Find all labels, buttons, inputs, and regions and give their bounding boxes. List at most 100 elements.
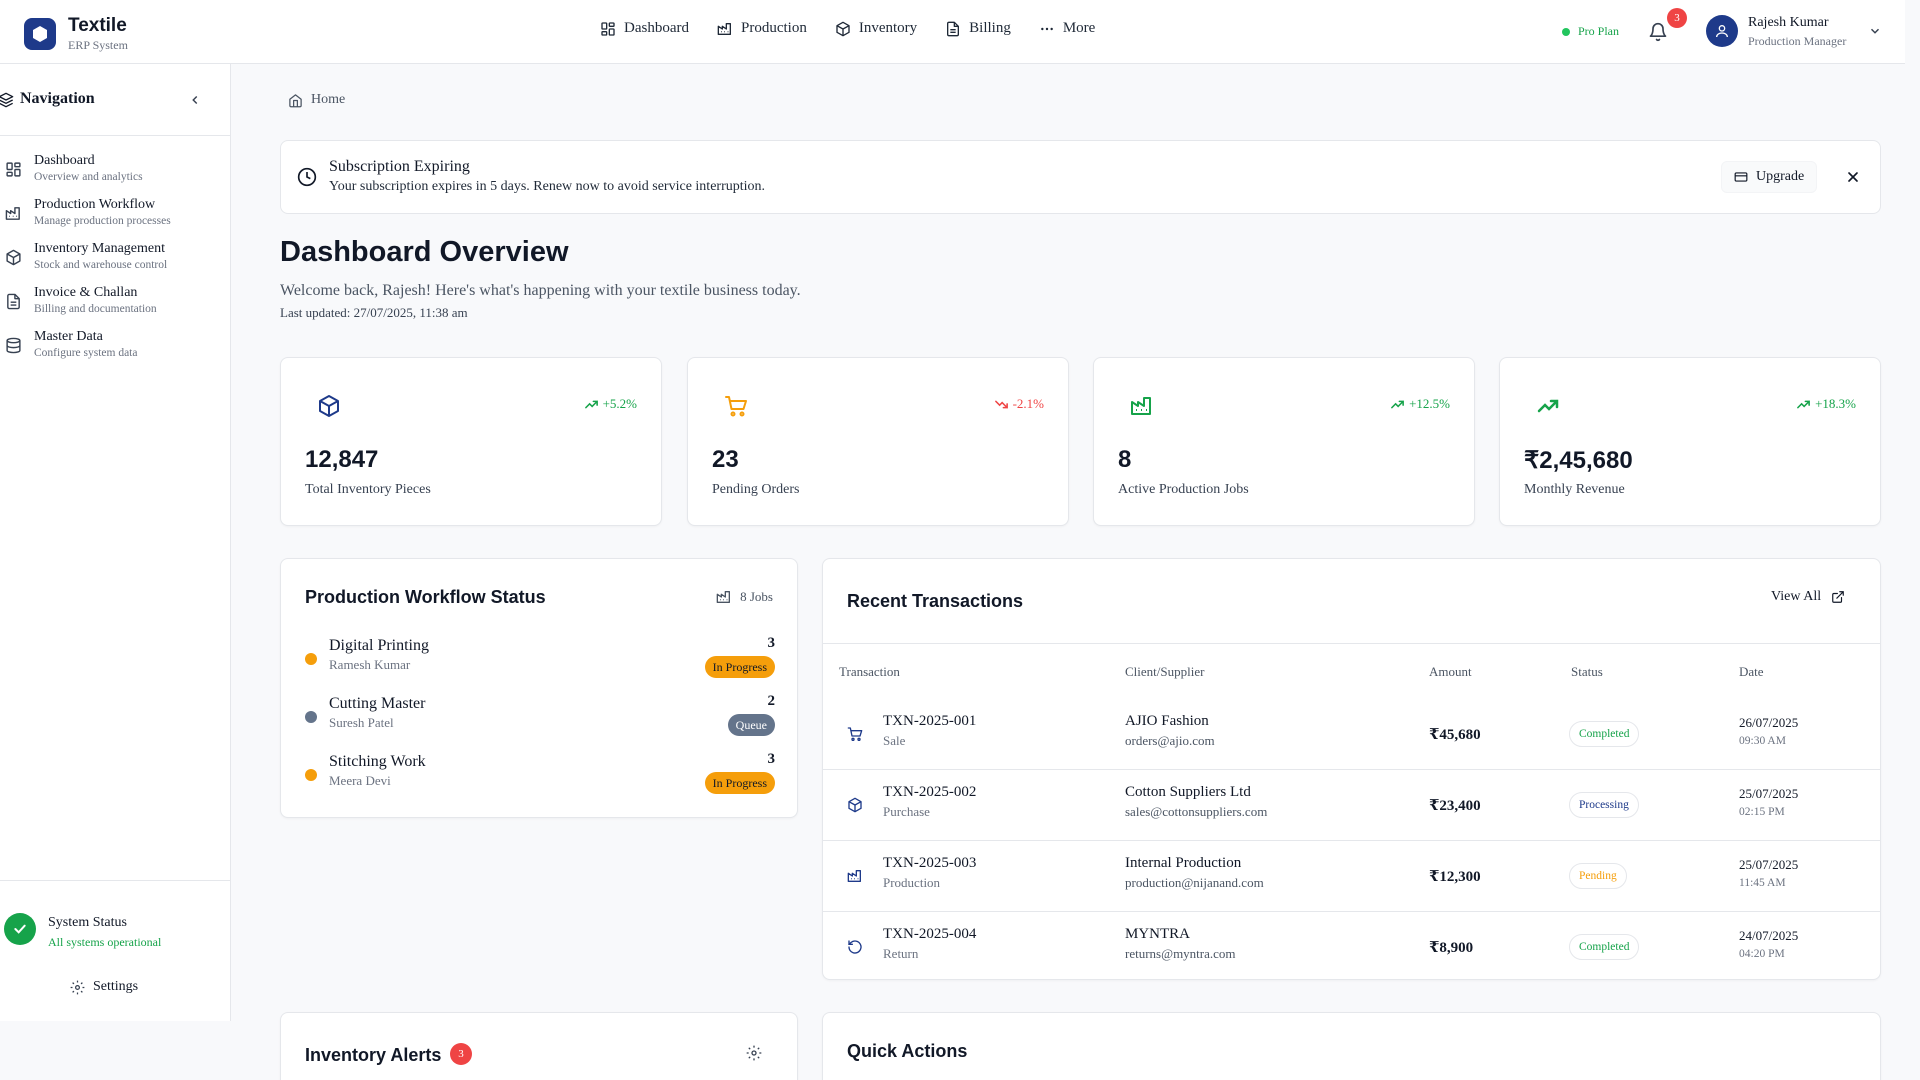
brand-logo-icon bbox=[24, 17, 56, 50]
clock-icon bbox=[297, 167, 317, 187]
top-nav: Dashboard Production Inventory Billing M… bbox=[600, 20, 1123, 37]
stat-card-revenue[interactable]: +18.3% ₹2,45,680 Monthly Revenue bbox=[1499, 357, 1881, 526]
transaction-date: 25/07/2025 bbox=[1739, 786, 1799, 801]
notification-count-badge: 3 bbox=[1667, 8, 1687, 28]
stat-change-value: +18.3% bbox=[1815, 396, 1856, 411]
grid-icon bbox=[601, 21, 615, 36]
client-email: returns@myntra.com bbox=[1125, 946, 1236, 961]
column-header: Amount bbox=[1429, 664, 1472, 679]
workflow-stage-name: Stitching Work bbox=[329, 753, 426, 770]
quick-actions-title: Quick Actions bbox=[847, 1041, 968, 1061]
transaction-id: TXN-2025-002 bbox=[883, 784, 977, 800]
status-check-icon bbox=[4, 913, 36, 945]
close-icon[interactable] bbox=[1845, 169, 1861, 185]
topnav-dashboard[interactable]: Dashboard bbox=[600, 20, 689, 37]
breadcrumb[interactable]: Home bbox=[288, 92, 345, 108]
brand[interactable]: Textile ERP System bbox=[24, 16, 128, 51]
sidebar-item-dashboard[interactable]: Dashboard Overview and analytics bbox=[0, 153, 230, 197]
chevron-left-icon[interactable] bbox=[188, 93, 202, 107]
trending-up-icon bbox=[1391, 400, 1404, 408]
sidebar-item-production-workflow[interactable]: Production Workflow Manage production pr… bbox=[0, 197, 230, 241]
stat-change: +18.3% bbox=[1796, 396, 1856, 412]
stat-change: +5.2% bbox=[584, 396, 637, 412]
sidebar-item-desc: Overview and analytics bbox=[34, 171, 143, 183]
alert-title: Subscription Expiring bbox=[329, 158, 470, 175]
sidebar: Navigation Dashboard Overview and analyt… bbox=[0, 64, 231, 1021]
stat-change: -2.1% bbox=[994, 396, 1044, 412]
table-header: Transaction Client/Supplier Amount Statu… bbox=[823, 643, 1881, 699]
plan-status-dot bbox=[1562, 27, 1570, 36]
stat-card-production[interactable]: +12.5% 8 Active Production Jobs bbox=[1093, 357, 1475, 526]
trending-up-icon bbox=[1537, 399, 1559, 413]
topnav-label: Inventory bbox=[858, 20, 918, 36]
sidebar-item-desc: Manage production processes bbox=[34, 215, 171, 227]
topnav-billing[interactable]: Billing bbox=[945, 20, 1011, 37]
column-header: Date bbox=[1739, 664, 1764, 679]
package-icon bbox=[6, 249, 21, 266]
stat-card-inventory[interactable]: +5.2% 12,847 Total Inventory Pieces bbox=[280, 357, 662, 526]
stat-change: +12.5% bbox=[1390, 396, 1450, 412]
status-badge: Queue bbox=[727, 714, 775, 736]
sidebar-item-master-data[interactable]: Master Data Configure system data bbox=[0, 329, 230, 373]
workflow-item[interactable]: Cutting Master Suresh Patel 2 Queue bbox=[305, 693, 775, 737]
return-icon bbox=[848, 940, 862, 954]
notifications-button[interactable] bbox=[1648, 22, 1668, 42]
transaction-amount: ₹23,400 bbox=[1429, 798, 1481, 814]
workflow-item[interactable]: Digital Printing Ramesh Kumar 3 In Progr… bbox=[305, 635, 775, 679]
plan-label: Pro Plan bbox=[1578, 24, 1620, 38]
sidebar-item-label: Dashboard bbox=[34, 153, 95, 168]
sidebar-item-desc: Configure system data bbox=[34, 347, 138, 359]
transaction-type: Production bbox=[883, 875, 941, 890]
more-icon bbox=[1040, 27, 1053, 30]
user-name: Rajesh Kumar bbox=[1748, 14, 1829, 30]
avatar bbox=[1706, 15, 1738, 47]
view-all-button[interactable]: View All bbox=[1771, 589, 1845, 605]
sidebar-footer: System Status All systems operational Se… bbox=[0, 880, 230, 1021]
settings-label: Settings bbox=[93, 979, 139, 994]
stat-card-orders[interactable]: -2.1% 23 Pending Orders bbox=[687, 357, 1069, 526]
view-all-label: View All bbox=[1771, 589, 1822, 604]
transaction-id: TXN-2025-001 bbox=[883, 713, 977, 729]
sidebar-item-label: Master Data bbox=[34, 329, 103, 344]
workflow-item[interactable]: Stitching Work Meera Devi 3 In Progress bbox=[305, 751, 775, 795]
alert-count-badge: 3 bbox=[450, 1043, 472, 1065]
workflow-title: Production Workflow Status bbox=[305, 587, 546, 607]
workflow-assignee: Meera Devi bbox=[329, 773, 391, 788]
workflow-assignee: Ramesh Kumar bbox=[329, 657, 411, 672]
package-icon bbox=[848, 797, 862, 813]
settings-button[interactable]: Settings bbox=[70, 979, 138, 995]
status-badge: In Progress bbox=[704, 772, 775, 794]
stat-label: Monthly Revenue bbox=[1524, 482, 1625, 497]
topnav-more[interactable]: More bbox=[1039, 20, 1095, 37]
status-badge: Pending bbox=[1569, 863, 1627, 889]
recent-transactions-card: Recent Transactions View All Transaction… bbox=[822, 558, 1881, 980]
topnav-inventory[interactable]: Inventory bbox=[835, 20, 917, 37]
sidebar-item-invoice-challan[interactable]: Invoice & Challan Billing and documentat… bbox=[0, 285, 230, 329]
sidebar-item-desc: Stock and warehouse control bbox=[34, 259, 168, 271]
client-email: orders@ajio.com bbox=[1125, 733, 1215, 748]
table-row[interactable]: TXN-2025-003 Production Internal Product… bbox=[823, 841, 1881, 912]
user-menu[interactable]: Rajesh Kumar Production Manager bbox=[1706, 15, 1882, 47]
client-name: MYNTRA bbox=[1125, 926, 1191, 942]
topnav-label: Production bbox=[740, 20, 807, 36]
gear-icon[interactable] bbox=[746, 1045, 762, 1061]
table-row[interactable]: TXN-2025-002 Purchase Cotton Suppliers L… bbox=[823, 770, 1881, 841]
user-icon bbox=[1716, 25, 1728, 38]
table-row[interactable]: TXN-2025-004 Return MYNTRA returns@myntr… bbox=[823, 912, 1881, 983]
topnav-production[interactable]: Production bbox=[717, 20, 807, 37]
table-row[interactable]: TXN-2025-001 Sale AJIO Fashion orders@aj… bbox=[823, 699, 1881, 770]
grid-icon bbox=[6, 162, 21, 177]
transaction-amount: ₹45,680 bbox=[1429, 727, 1481, 743]
client-name: AJIO Fashion bbox=[1125, 713, 1209, 729]
workflow-jobs-count: 8 Jobs bbox=[716, 589, 773, 605]
status-dot bbox=[305, 769, 317, 781]
breadcrumb-home: Home bbox=[311, 92, 346, 107]
upgrade-button[interactable]: Upgrade bbox=[1721, 161, 1818, 193]
transaction-amount: ₹12,300 bbox=[1429, 869, 1481, 885]
status-badge: Completed bbox=[1569, 934, 1640, 960]
sidebar-item-inventory-management[interactable]: Inventory Management Stock and warehouse… bbox=[0, 241, 230, 285]
status-dot bbox=[305, 711, 317, 723]
status-badge: In Progress bbox=[704, 656, 775, 678]
sidebar-item-desc: Billing and documentation bbox=[34, 303, 157, 315]
plan-badge[interactable]: Pro Plan bbox=[1562, 24, 1619, 39]
